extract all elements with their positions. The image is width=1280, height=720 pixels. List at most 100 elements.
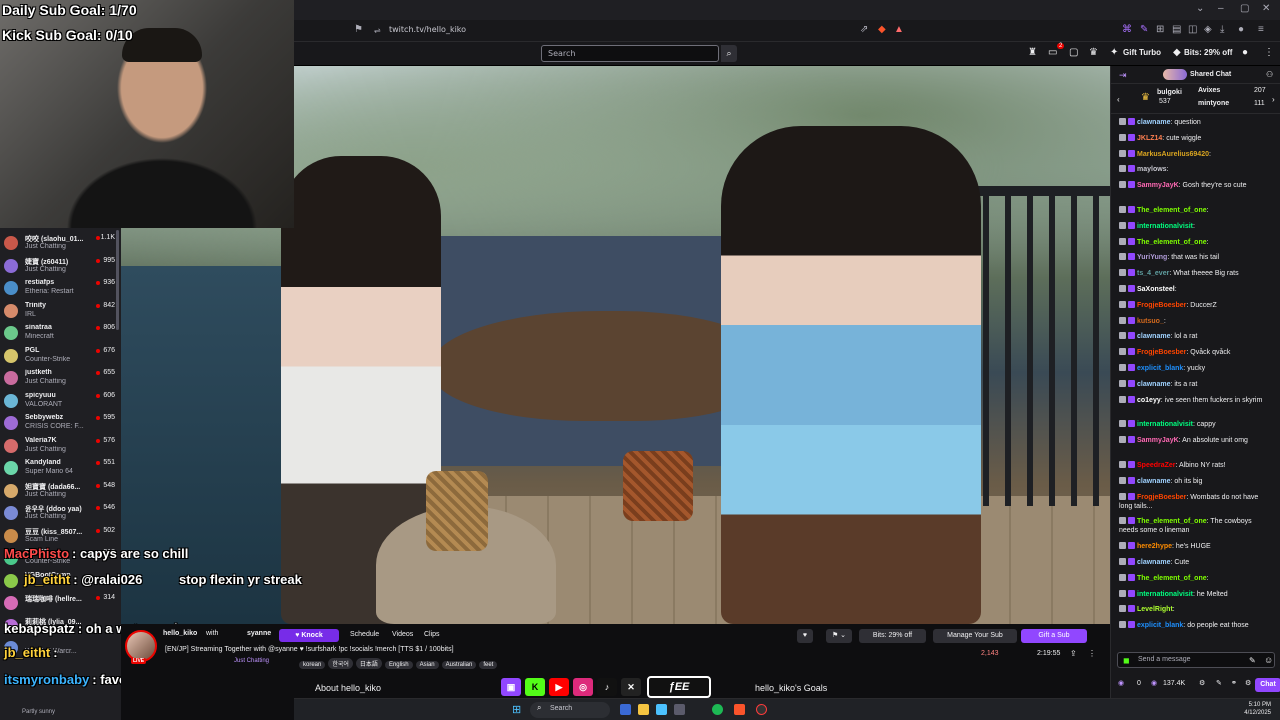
vpn-icon[interactable]: ◈ — [1204, 24, 1212, 35]
tab-schedule[interactable]: Schedule — [350, 631, 379, 638]
chat-settings-icon[interactable]: ✎ — [1249, 656, 1256, 665]
chat-username[interactable]: here2hype — [1137, 543, 1172, 550]
site-info-icon[interactable]: ⇌ — [374, 26, 381, 35]
collapse-chat-icon[interactable]: ⇥ — [1119, 70, 1127, 81]
chat-username[interactable]: co1eyy — [1137, 397, 1161, 404]
weather-widget[interactable]: Partly sunny — [0, 698, 121, 720]
chat-username[interactable]: The_element_of_one — [1137, 207, 1207, 214]
menu-icon[interactable]: ≡ — [1258, 24, 1264, 35]
chevron-right-icon[interactable]: › — [1272, 95, 1275, 104]
taskbar-search[interactable]: Search — [530, 702, 610, 718]
collab-name[interactable]: syanne — [247, 630, 271, 637]
sidebar-channel[interactable]: sinatraa Minecraft 806 — [0, 322, 121, 344]
stream-tag[interactable]: 日本語 — [355, 658, 382, 669]
chat-username[interactable]: internationalvisit — [1137, 421, 1193, 428]
more-icon[interactable]: ⋮ — [1264, 47, 1274, 58]
sidebar-channel[interactable]: Kandyland Super Mario 64 551 — [0, 457, 121, 479]
chat-username[interactable]: FrogjeBoesber — [1137, 349, 1186, 356]
search-button[interactable]: ⌕ — [721, 45, 737, 62]
taskbar-clock[interactable]: 5:10 PM 4/12/2025 — [1231, 701, 1271, 717]
sidebar-channel[interactable]: restiafps Etheria: Restart 936 — [0, 277, 121, 299]
sidebar-channel[interactable]: 婕寶 (z60411) Just Chatting 995 — [0, 255, 121, 277]
extensions-icon[interactable]: ⊞ — [1156, 24, 1164, 35]
taskbar-app-4[interactable] — [674, 704, 685, 715]
get-bits-button[interactable]: Bits: 29% off — [1184, 48, 1232, 57]
emote-picker-icon[interactable]: ☺ — [1264, 655, 1273, 665]
chat-username[interactable]: clawname — [1137, 478, 1170, 485]
stream-tag[interactable]: Australian — [441, 661, 477, 669]
sidebar-channel[interactable]: 瑞瑞咖啡 (hellre... 314 — [0, 592, 121, 614]
stream-tag[interactable]: Asian — [415, 661, 439, 669]
link-icon[interactable]: ⚭ — [1231, 679, 1237, 687]
chat-username[interactable]: MarkusAurelius69420 — [1137, 151, 1209, 158]
knock-button[interactable]: ♥ Knock — [279, 629, 339, 642]
sidebar-channel[interactable]: Valeria7K Just Chatting 576 — [0, 435, 121, 457]
brave-shield-icon[interactable]: ◆ — [878, 24, 886, 35]
obs-icon[interactable] — [756, 704, 767, 715]
follow-heart-button[interactable]: ♥ — [797, 629, 813, 643]
chat-username[interactable]: SaXonsteel — [1137, 286, 1175, 293]
more-options-icon[interactable]: ⋮ — [1088, 649, 1096, 658]
chat-username[interactable]: ts_4_ever — [1137, 270, 1169, 277]
chat-username[interactable]: FrogjeBoesber — [1137, 494, 1186, 501]
chat-username[interactable]: JKLZ14 — [1137, 135, 1162, 142]
spotify-icon[interactable] — [712, 704, 723, 715]
tab-clips[interactable]: Clips — [424, 631, 440, 638]
channel-name[interactable]: hello_kiko — [163, 630, 197, 637]
sidebar-channel[interactable]: spicyuuu VALORANT 606 — [0, 390, 121, 412]
minimize-icon[interactable]: – — [1218, 3, 1224, 14]
wallet-icon[interactable]: ◫ — [1188, 24, 1197, 35]
sidebar-channel[interactable]: 윤우우 (ddoo yaa) Just Chatting 546 — [0, 502, 121, 524]
bookmark-icon[interactable]: ⚑ — [354, 24, 363, 35]
chat-username[interactable]: explicit_blank — [1137, 622, 1183, 629]
channel-points-icon[interactable]: ◉ — [1151, 679, 1157, 687]
category-link[interactable]: Just Chatting — [234, 658, 269, 664]
url-field[interactable]: twitch.tv/hello_kiko — [389, 25, 466, 34]
chat-username[interactable]: LevelRight — [1137, 606, 1173, 613]
sidebar-icon[interactable]: ▤ — [1172, 24, 1181, 35]
download-icon[interactable]: ⤓ — [1220, 24, 1224, 35]
chevron-down-icon[interactable]: ⌄ — [1196, 3, 1204, 14]
gift-sub-button[interactable]: Gift a Sub — [1021, 629, 1087, 643]
sidebar-channel[interactable]: 妲寶寶 (dada66... Just Chatting 548 — [0, 480, 121, 502]
chat-username[interactable]: maylows — [1137, 166, 1167, 173]
sidebar-channel[interactable]: 豆豆 (kiss_8507... Scam Line 502 — [0, 525, 121, 547]
chat-username[interactable]: clawname — [1137, 381, 1170, 388]
close-icon[interactable]: ✕ — [1262, 3, 1270, 14]
share-icon-small[interactable]: ⇪ — [1070, 649, 1077, 658]
edit-icon[interactable]: ✎ — [1216, 679, 1222, 687]
chat-username[interactable]: FrogjeBoesber — [1137, 302, 1186, 309]
file-explorer-icon[interactable] — [638, 704, 649, 715]
chat-send-button[interactable]: Chat — [1255, 678, 1280, 692]
bits-offer-button[interactable]: Bits: 29% off — [859, 629, 926, 643]
chat-username[interactable]: SpeedraZer — [1137, 462, 1176, 469]
rewards-icon[interactable]: ▲ — [894, 24, 904, 35]
gift-turbo-button[interactable]: Gift Turbo — [1123, 48, 1161, 57]
user-avatar-icon[interactable]: ● — [1242, 47, 1248, 58]
chat-username[interactable]: clawname — [1137, 333, 1170, 340]
gift-icon[interactable]: ✦ — [1110, 47, 1118, 58]
chat-username[interactable]: clawname — [1137, 559, 1170, 566]
search-input[interactable]: Search — [541, 45, 719, 62]
chat-username[interactable]: internationalvisit — [1137, 223, 1193, 230]
stream-tag[interactable]: feet — [479, 661, 498, 669]
chat-username[interactable]: internationalvisit — [1137, 591, 1193, 598]
gear-icon[interactable]: ⚙ — [1245, 679, 1251, 687]
crown-icon[interactable]: ♜ — [1028, 47, 1037, 58]
chat-username[interactable]: The_element_of_one — [1137, 518, 1207, 525]
emote-badge-icon[interactable]: ◼ — [1123, 656, 1130, 665]
chat-username[interactable]: SammyJayK — [1137, 182, 1179, 189]
chat-username[interactable]: SammyJayK — [1137, 437, 1179, 444]
share-icon[interactable]: ⇗ — [860, 24, 868, 35]
chevron-left-icon[interactable]: ‹ — [1117, 95, 1120, 104]
chat-username[interactable]: The_element_of_one — [1137, 575, 1207, 582]
stream-tag[interactable]: korean — [299, 661, 326, 669]
taskbar-app-3[interactable] — [656, 704, 667, 715]
profile-icon[interactable]: ● — [1238, 24, 1244, 35]
sidebar-channel[interactable]: 咬咬 (slaohu_01... Just Chatting 1.1K — [0, 232, 121, 254]
chat-username[interactable]: explicit_blank — [1137, 365, 1183, 372]
sidebar-channel[interactable]: PGL Counter-Strike 676 — [0, 345, 121, 367]
windows-start-icon[interactable]: ⊞ — [512, 703, 521, 716]
sidebar-channel[interactable]: Trinity IRL 842 — [0, 300, 121, 322]
brave-browser-icon[interactable] — [734, 704, 745, 715]
